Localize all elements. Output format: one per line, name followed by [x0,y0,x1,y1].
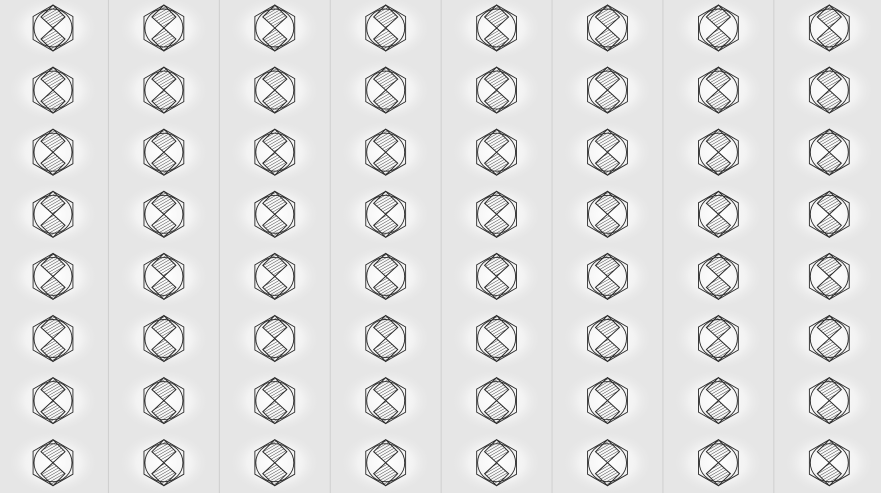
hexagon-circle-diamond-icon [117,430,210,493]
hexagon-circle-diamond-icon [672,0,765,60]
hexagon-circle-diamond-icon [672,58,765,123]
hexagon-circle-diamond-icon [339,430,432,493]
hexagon-circle-diamond-icon [450,430,543,493]
hexagon-circle-diamond-icon [561,306,654,371]
hexagon-circle-diamond-icon [7,58,99,123]
hexagon-circle-diamond-icon [450,306,543,371]
hexagon-circle-diamond-icon [783,430,876,493]
hexagon-circle-diamond-icon [117,182,210,247]
hexagon-circle-diamond-icon [561,182,654,247]
hexagon-circle-diamond-icon [672,306,765,371]
hexagon-circle-diamond-icon [339,306,432,371]
hexagon-circle-diamond-icon [339,368,432,433]
hexagon-circle-diamond-icon [450,244,543,309]
hexagon-circle-diamond-icon [783,182,876,247]
hexagon-circle-diamond-icon [117,368,210,433]
hexagon-circle-diamond-icon [7,306,99,371]
hexagon-circle-diamond-icon [7,244,99,309]
hexagon-circle-diamond-icon [450,0,543,60]
hexagon-circle-diamond-icon [672,430,765,493]
hexagon-circle-diamond-icon [672,120,765,185]
hexagon-circle-diamond-icon [561,58,654,123]
hexagon-circle-diamond-icon [561,430,654,493]
hexagon-circle-diamond-icon [450,182,543,247]
hexagon-circle-diamond-icon [672,182,765,247]
hexagon-circle-diamond-icon [672,244,765,309]
hexagon-circle-diamond-icon [339,182,432,247]
hexagon-circle-diamond-icon [561,120,654,185]
hexagon-circle-diamond-icon [783,120,876,185]
hexagon-circle-diamond-icon [7,120,99,185]
hexagon-circle-diamond-icon [117,0,210,60]
hexagon-circle-diamond-icon [7,368,99,433]
hexagon-circle-diamond-icon [561,244,654,309]
hexagon-circle-diamond-icon [228,244,321,309]
hexagon-circle-diamond-icon [672,368,765,433]
hexagon-circle-diamond-icon [783,0,876,60]
hexagon-circle-diamond-icon [228,58,321,123]
hexagon-circle-diamond-icon [228,0,321,60]
hexagon-circle-diamond-icon [7,0,99,60]
hexagon-circle-diamond-icon [117,58,210,123]
hexagon-circle-diamond-icon [117,306,210,371]
hexagon-circle-diamond-icon [339,244,432,309]
hexagon-circle-diamond-icon [228,306,321,371]
hexagon-circle-diamond-icon [7,430,99,493]
tiled-pattern-canvas [7,0,876,493]
hexagon-circle-diamond-icon [561,368,654,433]
hexagon-circle-diamond-icon [783,244,876,309]
hexagon-circle-diamond-icon [450,120,543,185]
hexagon-circle-diamond-icon [783,368,876,433]
hexagon-circle-diamond-icon [228,120,321,185]
column-dividers [107,0,775,493]
hexagon-circle-diamond-icon [339,120,432,185]
hexagon-circle-diamond-icon [7,182,99,247]
hexagon-circle-diamond-icon [117,244,210,309]
hexagon-circle-diamond-icon [783,306,876,371]
hexagon-circle-diamond-icon [339,58,432,123]
hexagon-circle-diamond-icon [339,0,432,60]
hexagon-circle-diamond-icon [228,368,321,433]
hexagon-circle-diamond-icon [228,430,321,493]
hexagon-circle-diamond-icon [450,368,543,433]
hexagon-circle-diamond-icon [561,0,654,60]
hexagon-circle-diamond-icon [450,58,543,123]
hexagon-circle-diamond-icon [783,58,876,123]
hexagon-circle-diamond-icon [228,182,321,247]
hexagon-circle-diamond-icon [117,120,210,185]
